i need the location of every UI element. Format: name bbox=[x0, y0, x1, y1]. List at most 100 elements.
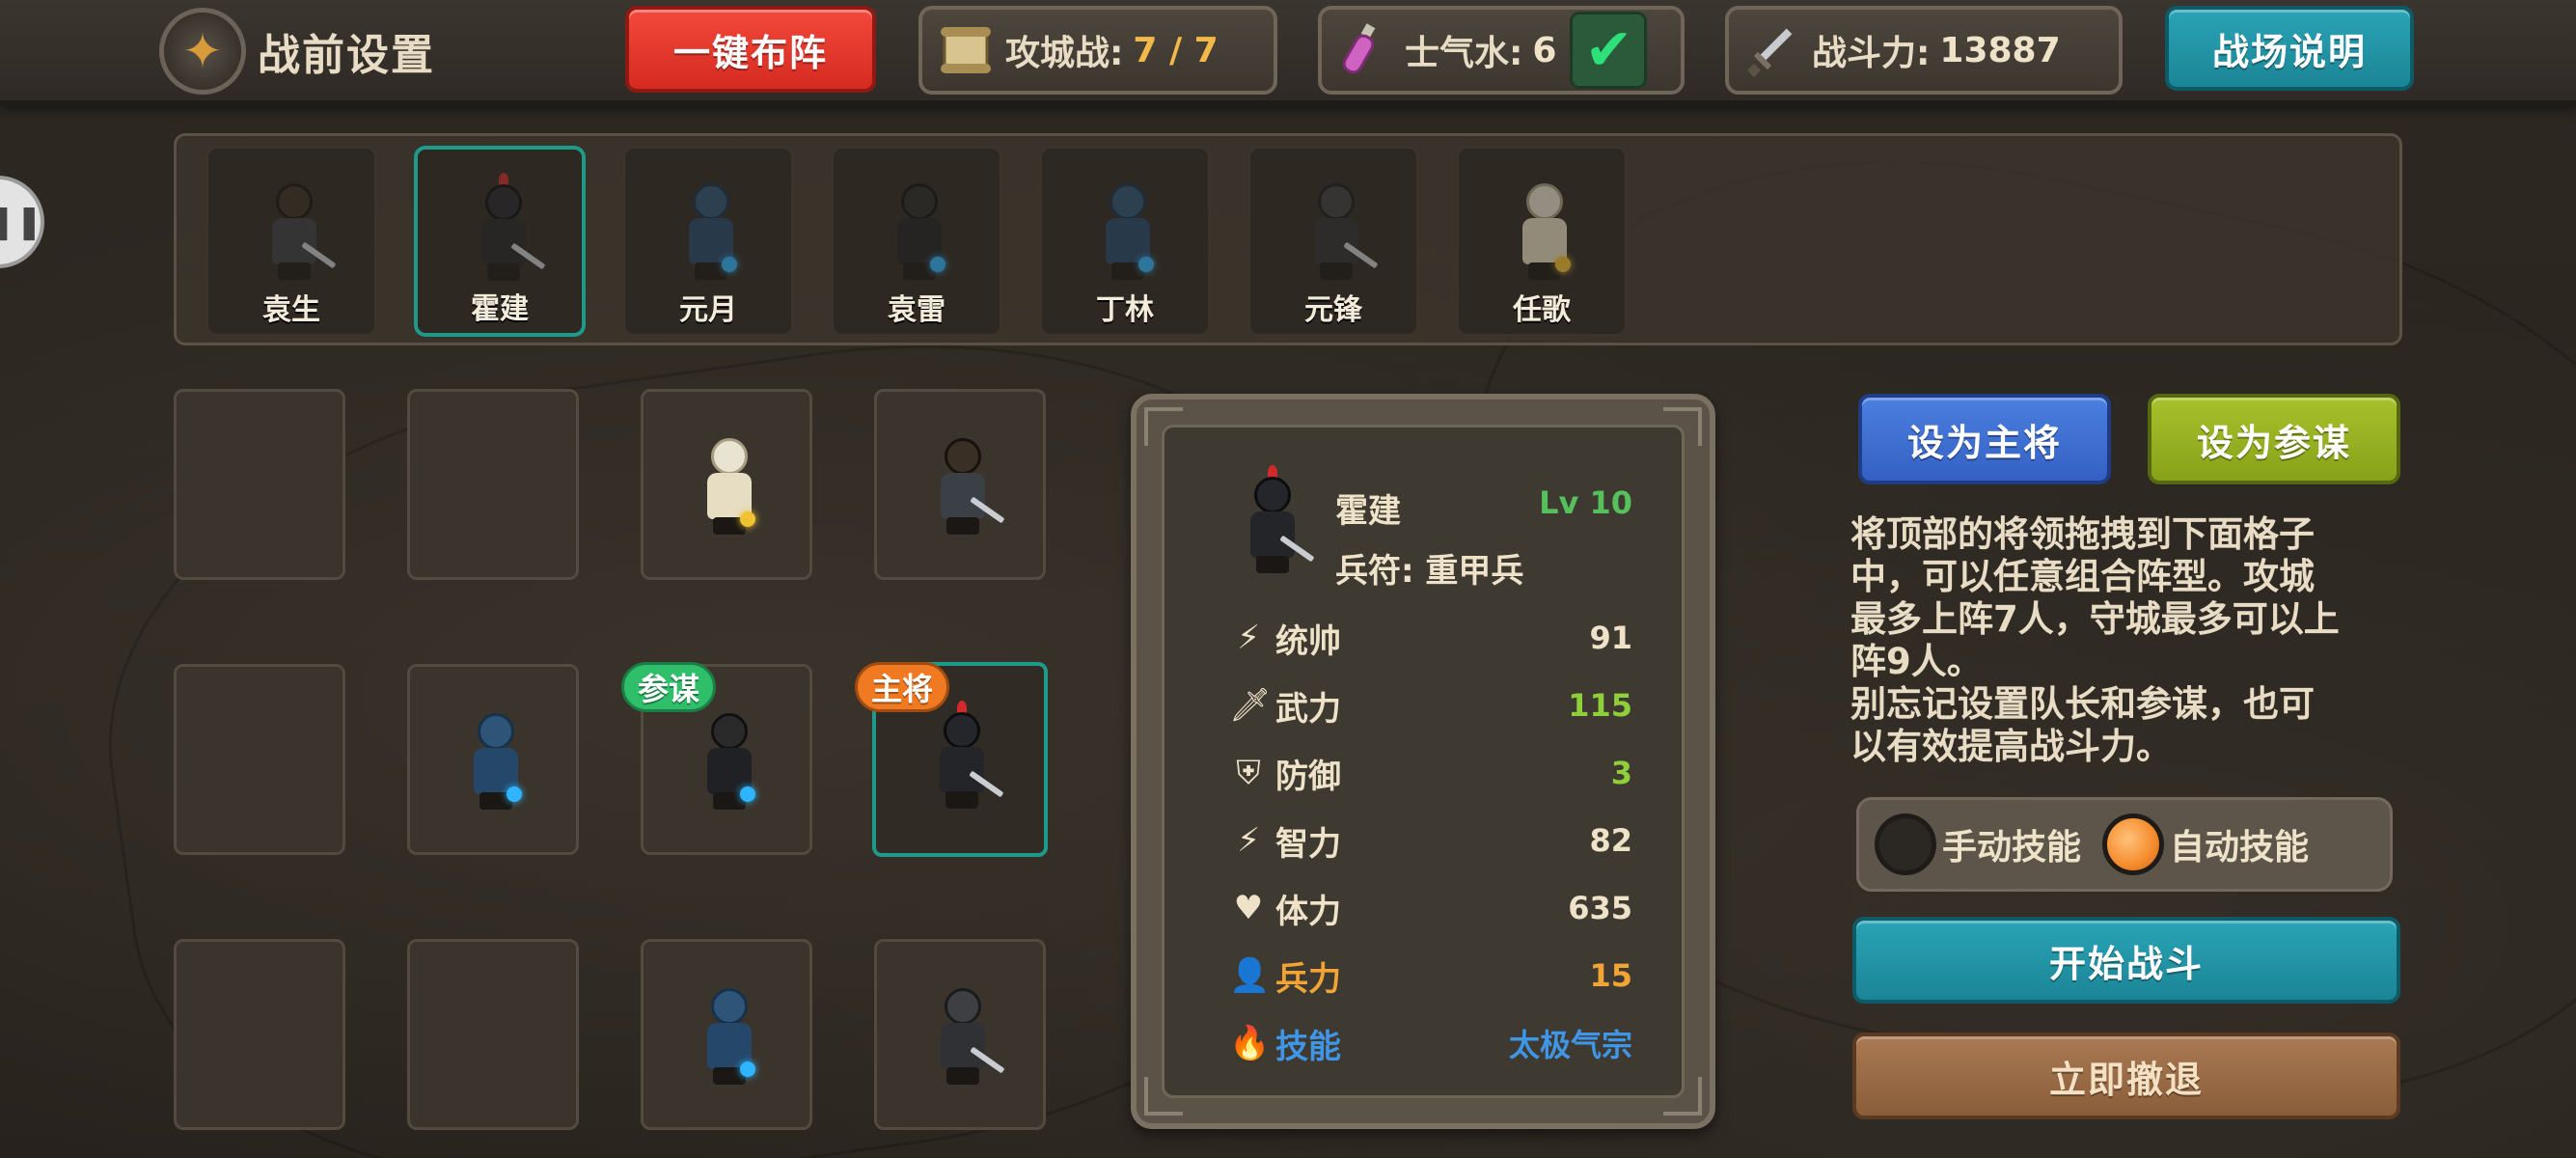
help-text: 将顶部的将领拖拽到下面格子 中，可以任意组合阵型。攻城 最多上阵7人，守城最多可… bbox=[1850, 513, 2340, 767]
hero-sprite bbox=[1501, 176, 1588, 291]
radio-off-icon bbox=[1875, 813, 1936, 875]
auto-skill-option[interactable]: 自动技能 bbox=[2102, 813, 2309, 875]
commander-tag: 主将 bbox=[855, 662, 950, 712]
roster-name: 任歌 bbox=[1513, 293, 1571, 327]
hero-roster: 袁生 霍建 元月 袁雷 丁林 元锋 任歌 bbox=[174, 133, 2402, 345]
radio-on-icon bbox=[2102, 813, 2165, 875]
stat-row-force: 🗡 武力 115 bbox=[1229, 681, 1632, 730]
retreat-button[interactable]: 立即撤退 bbox=[1852, 1033, 2400, 1119]
stat-row-defense: ⛨ 防御 3 bbox=[1229, 749, 1632, 797]
formation-slot[interactable] bbox=[641, 939, 812, 1130]
lightning-icon: ⚡ bbox=[1237, 619, 1260, 657]
roster-name: 丁林 bbox=[1096, 293, 1154, 327]
stat-label: 统帅 bbox=[1275, 621, 1341, 661]
set-commander-button[interactable]: 设为主将 bbox=[1858, 394, 2111, 484]
panel-corner bbox=[1663, 1077, 1702, 1116]
stat-label: 技能 bbox=[1275, 1027, 1341, 1066]
roster-card[interactable]: 任歌 bbox=[1456, 146, 1628, 337]
panel-corner bbox=[1144, 407, 1183, 446]
skill-mode-toggle: 手动技能 自动技能 bbox=[1856, 797, 2393, 892]
hero-detail-panel: 霍建 Lv 10 兵符: 重甲兵 ⚡ 统帅 91 🗡 武力 115 ⛨ 防御 3… bbox=[1131, 394, 1715, 1129]
siege-value: 7 / 7 bbox=[1133, 30, 1219, 70]
stat-value: 3 bbox=[1610, 755, 1632, 791]
roster-card[interactable]: 元月 bbox=[622, 146, 794, 337]
hero-portrait bbox=[1229, 465, 1316, 585]
stat-row-troops: 👤 兵力 15 bbox=[1229, 951, 1632, 1000]
formation-slot[interactable] bbox=[407, 389, 579, 580]
stat-row-intellect: ⚡ 智力 82 bbox=[1229, 816, 1632, 865]
advisor-tag: 参谋 bbox=[621, 662, 717, 712]
morale-counter: 士气水: 6 ✔ bbox=[1318, 6, 1685, 95]
formation-slot[interactable] bbox=[407, 939, 579, 1130]
panel-corner bbox=[1144, 1077, 1183, 1116]
stat-label: 兵力 bbox=[1275, 959, 1341, 999]
siege-counter: 攻城战: 7 / 7 bbox=[918, 6, 1277, 95]
sword-icon: 🗡 bbox=[1229, 686, 1272, 725]
potion-icon bbox=[1331, 16, 1399, 84]
power-value: 13887 bbox=[1939, 30, 2061, 70]
roster-name: 元月 bbox=[679, 293, 737, 327]
shield-icon: ⛨ bbox=[1236, 754, 1261, 792]
stat-value: 115 bbox=[1568, 687, 1632, 724]
formation-slot[interactable] bbox=[874, 389, 1046, 580]
stat-value: 91 bbox=[1589, 620, 1632, 656]
manual-skill-option[interactable]: 手动技能 bbox=[1875, 813, 2081, 875]
roster-name: 袁雷 bbox=[888, 293, 945, 327]
manual-skill-label: 手动技能 bbox=[1942, 828, 2082, 868]
heart-icon: ♥ bbox=[1233, 889, 1264, 927]
pause-icon: ❚❚ bbox=[0, 203, 43, 241]
set-advisor-button[interactable]: 设为参谋 bbox=[2148, 394, 2400, 484]
stat-row-leadership: ⚡ 统帅 91 bbox=[1229, 614, 1632, 662]
stat-value[interactable]: 太极气宗 bbox=[1509, 1021, 1632, 1065]
formation-slot[interactable] bbox=[174, 389, 345, 580]
formation-slot[interactable] bbox=[174, 939, 345, 1130]
start-battle-button[interactable]: 开始战斗 bbox=[1852, 917, 2400, 1004]
flame-icon: 🔥 bbox=[1229, 1024, 1271, 1062]
siege-label: 攻城战: bbox=[1005, 34, 1124, 73]
hero-sprite bbox=[686, 430, 773, 546]
sword-icon bbox=[1739, 16, 1806, 84]
combat-power: 战斗力: 13887 bbox=[1725, 6, 2123, 95]
auto-skill-label: 自动技能 bbox=[2170, 828, 2310, 868]
formation-slot[interactable] bbox=[407, 664, 579, 855]
compass-icon: ✦ bbox=[159, 8, 246, 95]
stat-value: 15 bbox=[1589, 957, 1632, 994]
roster-card-selected[interactable]: 霍建 bbox=[414, 146, 586, 337]
hero-sprite bbox=[686, 705, 773, 821]
auto-deploy-button[interactable]: 一键布阵 bbox=[625, 6, 876, 93]
roster-name: 元锋 bbox=[1304, 293, 1362, 327]
roster-card[interactable]: 袁雷 bbox=[831, 146, 1002, 337]
roster-card[interactable]: 丁林 bbox=[1039, 146, 1211, 337]
formation-slot[interactable] bbox=[641, 389, 812, 580]
stat-label: 体力 bbox=[1275, 892, 1341, 931]
hero-sprite bbox=[918, 701, 1005, 820]
morale-label: 士气水: bbox=[1405, 34, 1523, 73]
roster-name: 袁生 bbox=[262, 293, 320, 327]
hero-sprite bbox=[460, 173, 547, 292]
hero-sprite bbox=[668, 176, 754, 291]
title-group: ✦ 战前设置 bbox=[159, 8, 435, 95]
hero-sprite bbox=[876, 176, 963, 291]
stat-value: 635 bbox=[1568, 890, 1632, 926]
roster-card[interactable]: 袁生 bbox=[206, 146, 377, 337]
hero-sprite bbox=[686, 980, 773, 1096]
hero-troop-type: 兵符: 重甲兵 bbox=[1335, 552, 1524, 591]
page-title: 战前设置 bbox=[258, 31, 435, 80]
stat-label: 智力 bbox=[1275, 824, 1341, 864]
formation-slot[interactable] bbox=[874, 939, 1046, 1130]
roster-card[interactable]: 元锋 bbox=[1247, 146, 1419, 337]
check-icon[interactable]: ✔ bbox=[1570, 12, 1648, 89]
stat-row-stamina: ♥ 体力 635 bbox=[1229, 884, 1632, 932]
stat-row-skill: 🔥 技能 太极气宗 bbox=[1229, 1019, 1632, 1067]
battle-info-button[interactable]: 战场说明 bbox=[2165, 6, 2414, 91]
hero-sprite bbox=[251, 176, 338, 291]
stat-label: 防御 bbox=[1275, 757, 1341, 796]
hero-sprite bbox=[452, 705, 539, 821]
panel-corner bbox=[1663, 407, 1702, 446]
hero-level: Lv 10 bbox=[1539, 484, 1632, 521]
top-bar: ✦ 战前设置 一键布阵 攻城战: 7 / 7 士气水: 6 ✔ 战斗力: 138… bbox=[0, 0, 2576, 106]
hero-name: 霍建 bbox=[1335, 492, 1401, 531]
hero-sprite bbox=[1084, 176, 1171, 291]
morale-value: 6 bbox=[1532, 30, 1557, 70]
formation-slot[interactable] bbox=[174, 664, 345, 855]
